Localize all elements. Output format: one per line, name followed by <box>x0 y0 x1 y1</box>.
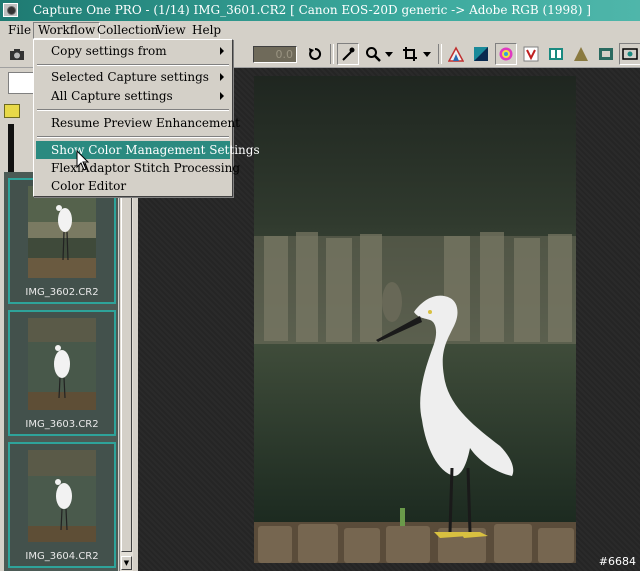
menu-selected-capture-settings[interactable]: Selected Capture settings <box>36 68 230 86</box>
color-balance-icon[interactable] <box>495 43 517 65</box>
zoom-icon[interactable] <box>362 43 384 65</box>
mouse-cursor-icon <box>76 150 90 171</box>
levels-icon[interactable] <box>445 43 467 65</box>
zoom-dropdown-icon[interactable] <box>383 43 395 65</box>
white-balance-icon[interactable] <box>520 43 542 65</box>
menu-resume-preview-enhancement[interactable]: Resume Preview Enhancement <box>36 114 240 132</box>
thumbnail-image <box>28 450 96 542</box>
workflow-menu: Copy settings from Selected Capture sett… <box>33 39 260 197</box>
menu-flexiadaptor-stitch-processing[interactable]: FlexiAdaptor Stitch Processing <box>36 159 240 177</box>
thumbnail-card[interactable]: IMG_3604.CR2 <box>8 442 116 568</box>
exposure-warning-icon[interactable] <box>570 43 592 65</box>
menu-item-label: Resume Preview Enhancement <box>51 116 240 130</box>
submenu-arrow-icon <box>220 73 224 81</box>
main-photo <box>254 76 576 563</box>
image-id-badge: #6684 <box>598 555 636 568</box>
menu-show-color-management-settings[interactable]: Show Color Management Settings <box>36 141 260 159</box>
submenu-arrow-icon <box>220 92 224 100</box>
thumbnail-image <box>28 186 96 278</box>
thumbnail-label: IMG_3602.CR2 <box>25 287 99 298</box>
window-title: Capture One PRO - (1/14) IMG_3601.CR2 [ … <box>33 3 591 17</box>
thumbnail-label: IMG_3603.CR2 <box>25 419 99 430</box>
grid-icon[interactable] <box>545 43 567 65</box>
scroll-down-arrow-icon[interactable]: ▼ <box>121 556 132 570</box>
crop-icon[interactable] <box>399 43 421 65</box>
color-picker-icon[interactable] <box>337 43 359 65</box>
menu-help[interactable]: Help <box>188 22 225 39</box>
menu-color-editor[interactable]: Color Editor <box>36 177 230 195</box>
fullscreen-icon[interactable] <box>619 43 640 65</box>
menu-file[interactable]: File <box>4 22 35 39</box>
menu-bar: File Workflow Collection View Help <box>0 21 640 40</box>
menu-copy-settings-from[interactable]: Copy settings from <box>36 42 230 60</box>
focus-mask-icon[interactable] <box>595 43 617 65</box>
menu-all-capture-settings[interactable]: All Capture settings <box>36 87 230 105</box>
scrollbar-thumb[interactable] <box>121 172 132 552</box>
crop-dropdown-icon[interactable] <box>421 43 433 65</box>
thumbnail-strip[interactable]: IMG_3602.CR2 IMG_3603.CR2 IMG_3604.CR2 <box>4 172 118 571</box>
app-icon[interactable] <box>3 3 18 17</box>
rotate-icon[interactable] <box>304 43 326 65</box>
menu-workflow[interactable]: Workflow <box>33 22 101 39</box>
rotation-value-field[interactable]: 0.0 <box>253 46 297 63</box>
camera-icon[interactable] <box>6 43 28 65</box>
thumbnail-scrollbar[interactable]: ▼ <box>119 172 133 571</box>
menu-item-label: Selected Capture settings <box>51 70 209 84</box>
panel-divider <box>8 124 14 172</box>
menu-item-label: Copy settings from <box>51 44 167 58</box>
submenu-arrow-icon <box>220 47 224 55</box>
title-bar: Capture One PRO - (1/14) IMG_3601.CR2 [ … <box>0 0 640 21</box>
menu-item-label: Color Editor <box>51 179 127 193</box>
thumbnail-label: IMG_3604.CR2 <box>25 551 99 562</box>
menu-item-label: All Capture settings <box>51 89 173 103</box>
folder-icon[interactable] <box>4 104 20 118</box>
thumbnail-image <box>28 318 96 410</box>
thumbnail-card[interactable]: IMG_3603.CR2 <box>8 310 116 436</box>
menu-view[interactable]: View <box>152 22 190 39</box>
curve-icon[interactable] <box>470 43 492 65</box>
